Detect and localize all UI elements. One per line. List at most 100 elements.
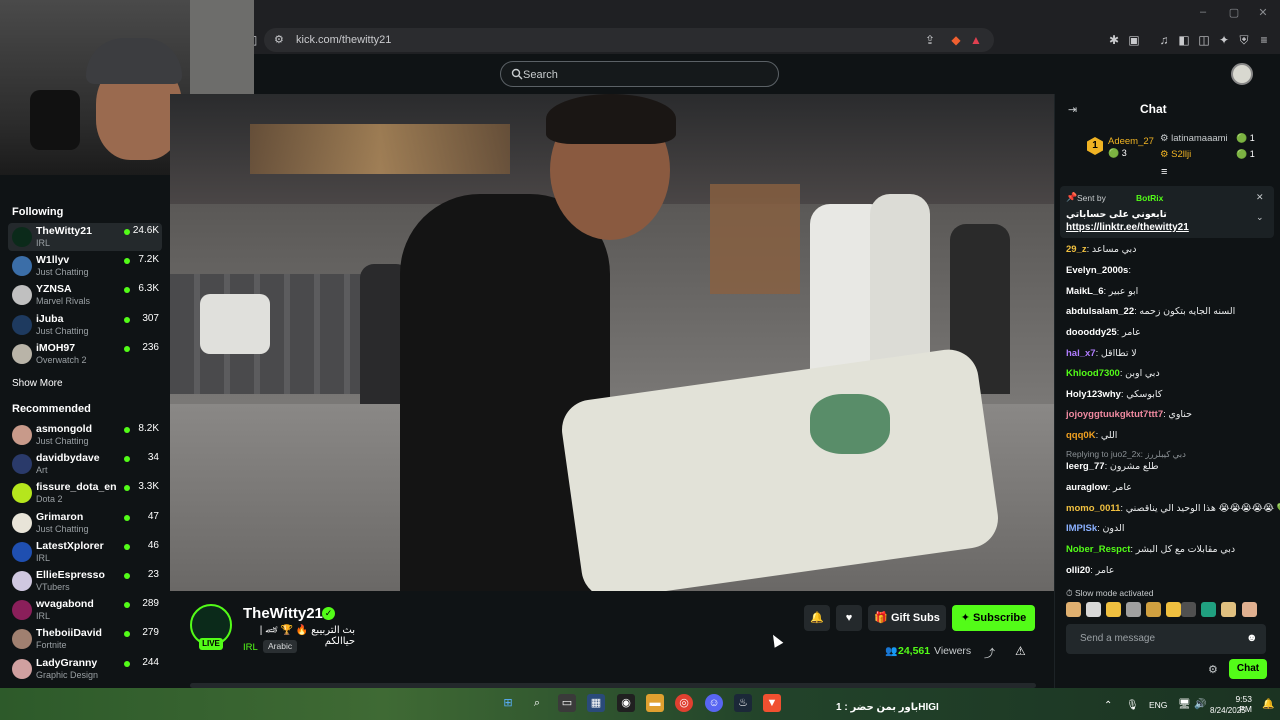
- sidebar-channel-yznsa[interactable]: YZNSA Marvel Rivals 6.3K: [8, 281, 162, 309]
- chat-message-input[interactable]: Send a message ☻: [1066, 624, 1266, 654]
- brave-shield-icon[interactable]: ◆: [948, 32, 964, 48]
- show-more-button[interactable]: Show More: [12, 378, 63, 389]
- emote-icon[interactable]: [1086, 602, 1101, 617]
- sidebar-channel-fissure_dota_en[interactable]: fissure_dota_en Dota 2 3.3K: [8, 479, 162, 507]
- sidebar-toggle-icon[interactable]: ◧: [1176, 32, 1192, 48]
- chat-username[interactable]: 29_z: [1066, 244, 1087, 255]
- start-icon[interactable]: ⊞: [499, 694, 517, 712]
- chrome-icon[interactable]: ◎: [675, 694, 693, 712]
- sidebar-channel-latestxplorer[interactable]: LatestXplorer IRL 46: [8, 538, 162, 566]
- sidebar-channel-wvagabond[interactable]: wvagabond IRL 289: [8, 596, 162, 624]
- unpin-icon[interactable]: ✕: [1256, 192, 1264, 203]
- menu-icon[interactable]: ≡: [1256, 32, 1272, 48]
- chat-username[interactable]: Nober_Respct: [1066, 544, 1130, 555]
- wallet-alt-icon[interactable]: ◫: [1196, 32, 1212, 48]
- emote-icon[interactable]: [1242, 602, 1257, 617]
- address-bar[interactable]: ⚙ kick.com/thewitty21: [264, 28, 994, 52]
- stream-category[interactable]: IRL: [243, 642, 258, 653]
- microphone-icon[interactable]: 🎙: [1126, 700, 1139, 711]
- sidebar-channel-ellieespresso[interactable]: EllieEspresso VTubers 23: [8, 567, 162, 595]
- leaderboard-user-3[interactable]: ⚙ S2llji: [1160, 149, 1191, 160]
- media-icon[interactable]: ♫: [1156, 32, 1172, 48]
- chat-username[interactable]: olli20: [1066, 565, 1090, 576]
- emote-icon[interactable]: [1126, 602, 1141, 617]
- search-input[interactable]: Search: [500, 61, 779, 87]
- sidebar-channel-theboiidavid[interactable]: TheboiiDavid Fortnite 279: [8, 625, 162, 653]
- emoji-icon[interactable]: ☻: [1246, 632, 1258, 644]
- leaderboard-user-2[interactable]: ⚙ latinamaaami: [1160, 133, 1228, 144]
- stream-language-tag[interactable]: Arabic: [263, 640, 298, 653]
- emote-icon[interactable]: [1166, 602, 1181, 617]
- share-page-icon[interactable]: ⇪: [922, 32, 938, 48]
- collapse-chat-icon[interactable]: ⇥: [1068, 103, 1077, 116]
- emote-icon[interactable]: [1066, 602, 1081, 617]
- channel-name[interactable]: TheWitty21: [243, 605, 323, 622]
- file-explorer-icon[interactable]: ▬: [646, 694, 664, 712]
- pinned-bot-name[interactable]: BotRix: [1136, 193, 1163, 203]
- chat-username[interactable]: momo_0011: [1066, 503, 1120, 514]
- emote-icon[interactable]: [1181, 602, 1196, 617]
- chat-send-button[interactable]: Chat: [1229, 659, 1267, 679]
- notifications-icon[interactable]: 🔔: [1262, 699, 1274, 710]
- sidebar-channel-thewitty21[interactable]: TheWitty21 IRL 24.6K: [8, 223, 162, 251]
- sidebar-channel-imoh97[interactable]: iMOH97 Overwatch 2 236: [8, 340, 162, 368]
- share-icon[interactable]: ⤴: [984, 645, 995, 661]
- sidebar-channel-w1llyv[interactable]: W1llyv Just Chatting 7.2K: [8, 252, 162, 280]
- chevron-down-icon[interactable]: ⌄: [1256, 212, 1264, 223]
- chat-username[interactable]: jojoyggtuukgktut7ttt7: [1066, 409, 1163, 420]
- emote-icon[interactable]: [1201, 602, 1216, 617]
- emote-icon[interactable]: [1146, 602, 1161, 617]
- emote-icon[interactable]: [1221, 602, 1236, 617]
- sidebar-channel-asmongold[interactable]: asmongold Just Chatting 8.2K: [8, 421, 162, 449]
- chat-settings-icon[interactable]: ⚙: [1208, 663, 1218, 676]
- user-avatar[interactable]: [1231, 63, 1253, 85]
- emote-icon[interactable]: [1106, 602, 1121, 617]
- obs-icon[interactable]: ◉: [617, 694, 635, 712]
- brave-icon[interactable]: ▼: [763, 694, 781, 712]
- task-view-icon[interactable]: ▭: [558, 694, 576, 712]
- sidebar-channel-ijuba[interactable]: iJuba Just Chatting 307: [8, 311, 162, 339]
- taskbar-search-icon[interactable]: ⌕: [528, 694, 546, 712]
- input-language[interactable]: ENG: [1149, 700, 1167, 710]
- close-icon[interactable]: ✕: [1256, 6, 1270, 20]
- chat-username[interactable]: Holy123why: [1066, 389, 1121, 400]
- steam-icon[interactable]: ♨: [734, 694, 752, 712]
- sidebar-channel-ladygranny[interactable]: LadyGranny Graphic Design 244: [8, 655, 162, 683]
- subscribe-button[interactable]: ✦ Subscribe: [952, 605, 1035, 631]
- store-icon[interactable]: ▦: [587, 694, 605, 712]
- chat-username[interactable]: MaikL_6: [1066, 286, 1104, 297]
- wallet-icon[interactable]: ▣: [1126, 32, 1142, 48]
- network-icon[interactable]: 🖥: [1178, 699, 1191, 710]
- leaderboard-user-1[interactable]: Adeem_27: [1108, 136, 1154, 147]
- follow-button[interactable]: ♥: [836, 605, 862, 631]
- sidebar-viewer-count: 23: [147, 569, 159, 580]
- chat-username[interactable]: IMPISk: [1066, 523, 1097, 534]
- video-player[interactable]: [170, 94, 1054, 591]
- chat-username[interactable]: abdulsalam_22: [1066, 306, 1134, 317]
- chat-username[interactable]: qqq0K: [1066, 430, 1096, 441]
- extensions-icon[interactable]: ✱: [1106, 32, 1122, 48]
- leo-ai-icon[interactable]: ✦: [1216, 32, 1232, 48]
- volume-icon[interactable]: 🔊: [1194, 699, 1206, 710]
- sidebar-channel-davidbydave[interactable]: davidbydave Art 34: [8, 450, 162, 478]
- chat-username[interactable]: auraglow: [1066, 482, 1108, 493]
- vpn-icon[interactable]: ⛨: [1236, 32, 1252, 48]
- chat-username[interactable]: leerg_77: [1066, 461, 1105, 472]
- clock-date[interactable]: 8/24/2025: [1210, 706, 1246, 715]
- chat-username[interactable]: Khlood7300: [1066, 368, 1120, 379]
- brave-rewards-icon[interactable]: ▲: [968, 32, 984, 48]
- gift-subs-button[interactable]: 🎁 Gift Subs: [868, 605, 946, 631]
- notification-bell-button[interactable]: 🔔: [804, 605, 830, 631]
- sidebar-channel-grimaron[interactable]: Grimaron Just Chatting 47: [8, 509, 162, 537]
- chat-username[interactable]: doooddy25: [1066, 327, 1117, 338]
- maximize-icon[interactable]: ▢: [1227, 6, 1241, 20]
- site-info-icon[interactable]: ⚙: [274, 33, 284, 46]
- chat-username[interactable]: hal_x7: [1066, 348, 1096, 359]
- minimize-icon[interactable]: –: [1196, 6, 1210, 20]
- pinned-link[interactable]: https://linktr.ee/thewitty21: [1066, 222, 1189, 233]
- chat-username[interactable]: Evelyn_2000s: [1066, 265, 1128, 276]
- tray-chevron-icon[interactable]: ⌃: [1104, 700, 1112, 711]
- report-icon[interactable]: ⚠: [1015, 644, 1026, 658]
- discord-icon[interactable]: ☺: [705, 694, 723, 712]
- leaderboard-toggle-icon[interactable]: ≡: [1161, 166, 1167, 178]
